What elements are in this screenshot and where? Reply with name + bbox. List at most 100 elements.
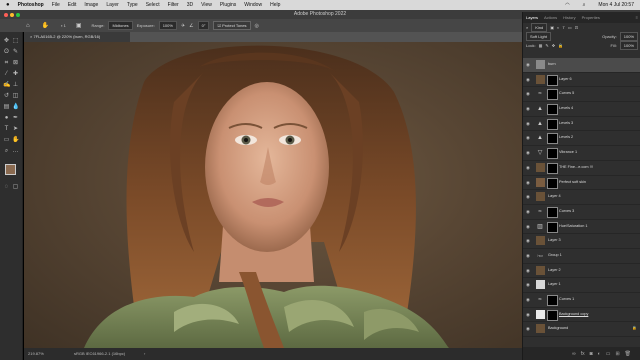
document-tab[interactable]: × 7FLA0165-2 @ 220% (burn, RGB/16) <box>24 32 130 42</box>
close-document-icon[interactable]: × <box>30 34 32 39</box>
close-window-button[interactable] <box>4 12 8 17</box>
delete-layer-icon[interactable]: 🗑 <box>625 351 631 357</box>
curves-adjustment-icon[interactable]: ≈ <box>536 208 544 216</box>
layer-row[interactable]: ◉ ≈ Curves 5 <box>523 87 640 103</box>
menu-help[interactable]: Help <box>270 2 280 8</box>
layer-name[interactable]: Levels 3 <box>559 117 573 131</box>
layer-row[interactable]: ◉ Background copy <box>523 308 640 323</box>
layer-name[interactable]: Hue/Saturation 1 <box>559 220 588 234</box>
layer-row[interactable]: ◉ burn <box>523 58 640 73</box>
visibility-eye-icon[interactable]: ◉ <box>526 150 531 155</box>
lock-all-icon[interactable]: 🔒 <box>558 43 563 48</box>
layer-row[interactable]: ◉ Layer 1 <box>523 278 640 293</box>
layer-mask-thumbnail[interactable] <box>547 162 558 174</box>
shape-tool-icon[interactable]: ▭ <box>3 137 10 144</box>
layer-mask-thumbnail[interactable] <box>547 295 558 306</box>
layer-mask-thumbnail[interactable] <box>547 177 558 189</box>
range-select[interactable]: Midtones <box>108 21 133 30</box>
zoom-level[interactable]: 219.87% <box>28 348 44 360</box>
layer-thumbnail[interactable] <box>536 74 545 84</box>
brush-tool-icon[interactable]: ✍ <box>3 82 10 89</box>
visibility-eye-icon[interactable]: ◉ <box>526 312 531 317</box>
tab-history[interactable]: History <box>560 15 578 20</box>
document-canvas[interactable] <box>24 42 522 348</box>
hue-saturation-adjustment-icon[interactable]: ▥ <box>536 223 544 231</box>
filter-adjustment-icon[interactable]: ◐ <box>557 25 559 30</box>
menu-view[interactable]: View <box>201 2 212 8</box>
pressure-icon[interactable]: ◎ <box>255 23 259 29</box>
menu-file[interactable]: File <box>52 2 60 8</box>
visibility-eye-icon[interactable]: ◉ <box>526 194 531 199</box>
menu-plugins[interactable]: Plugins <box>220 2 236 8</box>
lock-position-icon[interactable]: ✥ <box>552 43 555 48</box>
layer-mask-thumbnail[interactable] <box>547 309 558 321</box>
layer-style-icon[interactable]: fx <box>581 351 585 357</box>
wifi-icon[interactable]: ◠ <box>565 2 569 8</box>
tab-properties[interactable]: Properties <box>579 15 603 20</box>
stamp-tool-icon[interactable]: ⊥ <box>12 82 19 89</box>
burn-tool-icon[interactable]: ✋ <box>42 22 49 29</box>
layer-name[interactable]: Curves 5 <box>559 87 574 101</box>
visibility-eye-icon[interactable]: ◉ <box>526 165 531 170</box>
menu-select[interactable]: Select <box>146 2 160 8</box>
layer-row[interactable]: ◉ ≈ Curves 1 <box>523 293 640 308</box>
status-arrow-icon[interactable]: › <box>144 348 145 360</box>
visibility-eye-icon[interactable]: ◉ <box>526 180 531 185</box>
menu-layer[interactable]: Layer <box>106 2 119 8</box>
frame-tool-icon[interactable]: ⊠ <box>12 60 19 67</box>
protect-tones-checkbox[interactable]: ☑ Protect Tones <box>213 21 251 30</box>
new-layer-icon[interactable]: ⊞ <box>615 351 619 357</box>
menu-image[interactable]: Image <box>84 2 98 8</box>
hand-tool-icon[interactable]: ✋ <box>12 137 19 144</box>
layer-mask-thumbnail[interactable] <box>547 74 558 86</box>
blend-mode-select[interactable]: Soft Light <box>526 32 551 41</box>
home-icon[interactable]: ⌂ <box>26 23 30 29</box>
visibility-eye-icon[interactable]: ◉ <box>526 77 531 82</box>
visibility-eye-icon[interactable]: ◉ <box>526 224 531 229</box>
layer-name[interactable]: Background copy <box>559 308 588 322</box>
layer-mask-thumbnail[interactable] <box>547 148 558 160</box>
layer-name[interactable]: Layer 1 <box>548 278 561 292</box>
zoom-tool-icon[interactable]: ⌕ <box>3 148 10 155</box>
layer-thumbnail[interactable] <box>536 324 545 334</box>
layer-name[interactable]: Layer 3 <box>548 234 561 248</box>
layer-name[interactable]: Layer 6 <box>559 73 572 87</box>
tab-layers[interactable]: Layers <box>523 15 541 20</box>
levels-adjustment-icon[interactable]: ▲ <box>536 105 544 113</box>
layer-row[interactable]: ◉ ▲ Levels 3 <box>523 117 640 132</box>
visibility-eye-icon[interactable]: ◉ <box>526 121 531 126</box>
path-select-tool-icon[interactable]: ➤ <box>12 126 19 133</box>
quick-mask-icon[interactable]: ◌ <box>3 184 10 191</box>
layer-mask-thumbnail[interactable] <box>547 206 558 218</box>
layer-name[interactable]: THE Fine...e.com !!! <box>559 161 593 175</box>
panel-menu-icon[interactable]: ≡ <box>633 15 640 20</box>
filter-pixel-icon[interactable]: ▣ <box>550 25 554 30</box>
minimize-window-button[interactable] <box>10 12 14 17</box>
layer-thumbnail[interactable] <box>536 60 545 69</box>
kind-filter-select[interactable]: Kind <box>531 23 548 32</box>
fill-field[interactable]: 100% <box>619 41 638 50</box>
layer-name[interactable]: Levels 2 <box>559 131 573 145</box>
layer-name[interactable]: Perfect soft skin <box>559 176 586 190</box>
gradient-tool-icon[interactable]: ▤ <box>3 104 10 111</box>
search-icon[interactable]: ⌕ <box>583 2 586 8</box>
layer-row[interactable]: ◉ Layer 3 <box>523 234 640 249</box>
folder-icon[interactable]: ›▭ <box>536 252 544 260</box>
layer-mask-thumbnail[interactable] <box>547 118 558 130</box>
zoom-window-button[interactable] <box>16 12 20 17</box>
visibility-eye-icon[interactable]: ◉ <box>526 282 531 287</box>
layer-name[interactable]: Layer 4 <box>548 190 561 204</box>
layer-thumbnail[interactable] <box>536 236 545 246</box>
layer-row[interactable]: ◉ ›▭ Group 1 <box>523 249 640 264</box>
eraser-tool-icon[interactable]: ◫ <box>12 93 19 100</box>
layer-row[interactable]: ◉ ▥ Hue/Saturation 1 <box>523 220 640 235</box>
filter-type-icon[interactable]: T <box>562 25 564 30</box>
marquee-tool-icon[interactable]: ⬚ <box>12 38 19 45</box>
layer-thumbnail[interactable] <box>536 309 545 319</box>
layer-thumbnail[interactable] <box>536 192 545 202</box>
screen-mode-icon[interactable]: ▢ <box>12 184 19 191</box>
brush-settings-icon[interactable]: ▣ <box>76 22 82 29</box>
dodge-tool-icon[interactable]: ● <box>3 115 10 122</box>
layer-mask-thumbnail[interactable] <box>547 133 558 145</box>
visibility-eye-icon[interactable]: ◉ <box>526 326 531 331</box>
